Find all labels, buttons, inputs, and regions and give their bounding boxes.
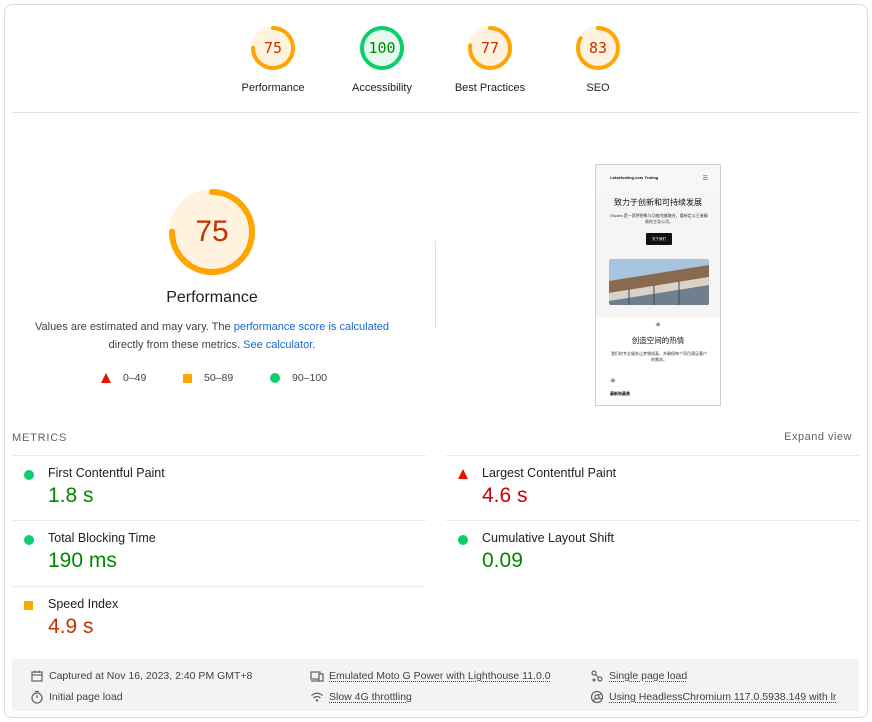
divider <box>435 241 436 329</box>
legend-average: 50–89 <box>183 370 233 386</box>
legend-fail: 0–49 <box>101 370 146 386</box>
metric-lcp: Largest Contentful Paint 4.6 s <box>446 455 860 521</box>
gauge-label: Performance <box>241 82 305 94</box>
legend-range: 0–49 <box>123 372 147 384</box>
metric-value: 4.9 s <box>48 615 94 638</box>
divider <box>12 112 859 113</box>
hamburger-icon: ☰ <box>702 176 708 182</box>
metric-value: 4.6 s <box>482 484 528 507</box>
legend-range: 50–89 <box>204 372 234 384</box>
legend-range: 90–100 <box>292 372 328 384</box>
performance-score: 75 <box>195 215 229 248</box>
thumb-hero-title: 致力于创新和可持续发展 <box>614 198 702 207</box>
metric-name: Total Blocking Time <box>48 531 156 545</box>
captured-item: Captured at Nov 16, 2023, 2:40 PM GMT+8 <box>30 669 252 683</box>
triangle-icon <box>101 373 111 383</box>
gauge-score: 77 <box>480 39 500 57</box>
initial-load-text: Initial page load <box>49 691 123 703</box>
score-gauges: 75 Performance 100 Accessibility 77 Best… <box>0 0 872 113</box>
metric-name: Speed Index <box>48 597 119 611</box>
circle-icon <box>270 373 280 383</box>
metric-name: Largest Contentful Paint <box>482 466 617 480</box>
browser-item[interactable]: Using HeadlessChromium 117.0.5938.149 wi… <box>590 690 836 704</box>
session-text: Single page load <box>609 670 688 682</box>
gauge-label: Best Practices <box>454 82 526 94</box>
gauge-best-practices[interactable]: 77 Best Practices <box>435 24 545 94</box>
devices-icon <box>310 671 324 682</box>
page-screenshot[interactable]: LaksHosting.com Testing ☰ 致力于创新和可持续发展 Et… <box>595 164 721 406</box>
session-item[interactable]: Single page load <box>590 669 687 683</box>
gauge-performance[interactable]: 75 Performance <box>218 24 328 94</box>
thumb-hero-text: Etudes 是一家将想象与功能完美融合，重新定义王者精致的主导公司。 <box>610 213 708 224</box>
timer-icon <box>31 690 43 704</box>
expand-view-toggle[interactable]: Expand view <box>784 431 852 443</box>
performance-gauge-large: 75 <box>168 188 256 276</box>
see-calculator-link[interactable]: See calculator <box>243 339 312 351</box>
gauge-seo[interactable]: 83 SEO <box>543 24 653 94</box>
metrics-heading: METRICS <box>12 432 68 444</box>
gauge-ring: 75 <box>249 24 297 72</box>
gauge-ring: 100 <box>358 24 406 72</box>
device-item[interactable]: Emulated Moto G Power with Lighthouse 11… <box>310 669 551 683</box>
nodes-icon <box>591 670 603 682</box>
metric-name: First Contentful Paint <box>48 466 165 480</box>
square-icon <box>24 601 33 610</box>
gauge-label: Accessibility <box>352 82 412 94</box>
metric-value: 190 ms <box>48 549 117 572</box>
estimate-text: . <box>312 339 316 351</box>
thumb-hero-button: 关于我们 <box>646 233 672 245</box>
metric-speed-index: Speed Index 4.9 s <box>12 586 426 652</box>
gauge-label: SEO <box>586 82 610 94</box>
gauge-score: 100 <box>368 39 396 57</box>
performance-title: Performance <box>166 289 258 306</box>
chrome-icon <box>590 690 604 704</box>
thumb-section-title: 创造空间的热情 <box>631 336 685 345</box>
circle-icon <box>24 535 34 545</box>
gauge-accessibility[interactable]: 100 Accessibility <box>327 24 437 94</box>
runtime-settings: Captured at Nov 16, 2023, 2:40 PM GMT+8 … <box>12 659 859 711</box>
gauge-score: 83 <box>588 39 608 57</box>
gauge-ring: 83 <box>574 24 622 72</box>
thumb-section-text: 我们的专业服务让梦想成真，并确保每个项目满足客户的需求。 <box>611 351 707 362</box>
asterisk-icon: ✳ <box>610 378 616 385</box>
metric-tbt: Total Blocking Time 190 ms <box>12 520 426 586</box>
metric-value: 0.09 <box>482 549 523 572</box>
thumb-footer-title: 最新和最美 <box>610 391 630 396</box>
score-calculated-link[interactable]: performance score is calculated <box>234 321 389 333</box>
throttling-text: Slow 4G throttling <box>329 691 412 703</box>
asterisk-icon: ✳ <box>655 322 661 329</box>
circle-icon <box>458 535 468 545</box>
thumb-brand: LaksHosting.com Testing <box>610 175 659 180</box>
triangle-icon <box>458 469 468 479</box>
estimate-text: directly from these metrics. <box>108 339 244 351</box>
initial-load-item: Initial page load <box>30 690 123 704</box>
metric-fcp: First Contentful Paint 1.8 s <box>12 455 426 521</box>
metric-name: Cumulative Layout Shift <box>482 531 615 545</box>
metric-value: 1.8 s <box>48 484 94 507</box>
metric-empty-cell <box>446 586 860 652</box>
estimate-note: Values are estimated and may vary. The p… <box>24 318 400 354</box>
wifi-icon <box>311 692 323 702</box>
estimate-text: Values are estimated and may vary. The <box>34 321 234 333</box>
metric-cls: Cumulative Layout Shift 0.09 <box>446 520 860 586</box>
calendar-icon <box>31 670 43 682</box>
browser-text: Using HeadlessChromium 117.0.5938.149 wi… <box>609 691 837 703</box>
circle-icon <box>24 470 34 480</box>
device-text: Emulated Moto G Power with Lighthouse 11… <box>329 670 551 682</box>
legend-pass: 90–100 <box>270 370 327 386</box>
square-icon <box>183 373 192 383</box>
gauge-ring: 77 <box>466 24 514 72</box>
throttling-item[interactable]: Slow 4G throttling <box>310 690 412 704</box>
captured-text: Captured at Nov 16, 2023, 2:40 PM GMT+8 <box>49 670 253 682</box>
building-image <box>609 259 709 305</box>
gauge-score: 75 <box>263 39 283 57</box>
